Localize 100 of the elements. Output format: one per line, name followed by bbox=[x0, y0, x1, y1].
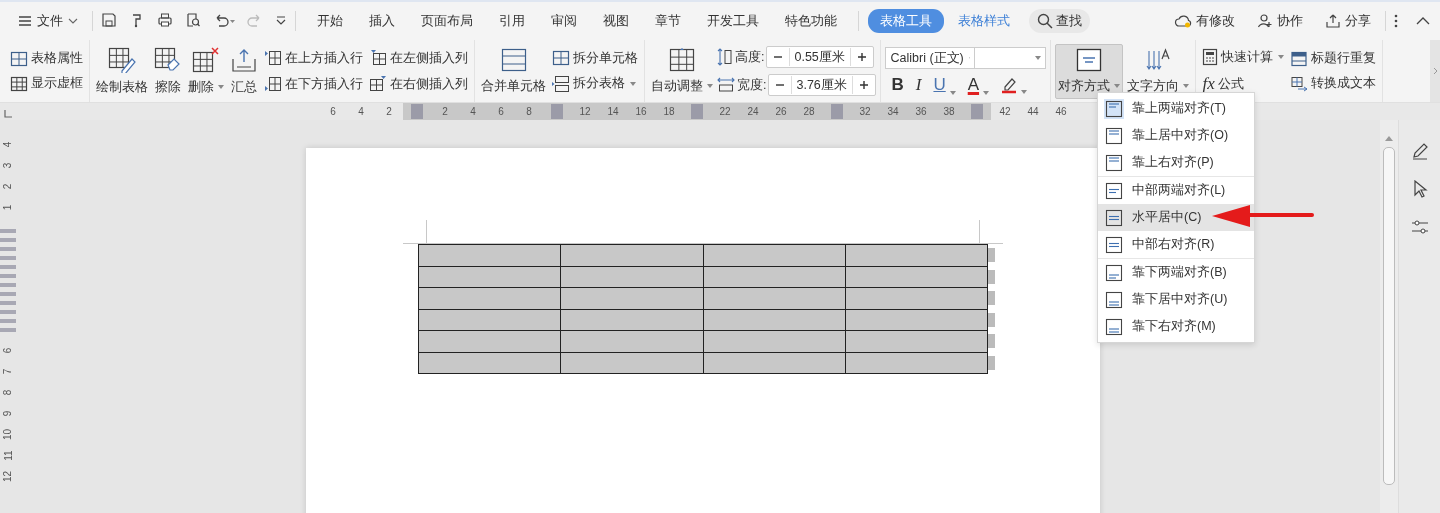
highlight-button[interactable] bbox=[999, 76, 1030, 94]
plus-icon bbox=[857, 52, 868, 62]
row-end-marker bbox=[988, 291, 995, 306]
column-marker[interactable] bbox=[411, 104, 423, 119]
ribbon-button[interactable]: 在左侧插入列 bbox=[367, 48, 470, 68]
table-cell[interactable] bbox=[560, 244, 703, 266]
format-button[interactable]: A bbox=[965, 75, 992, 95]
ribbon-tab[interactable]: 引用 bbox=[487, 9, 537, 33]
column-marker[interactable] bbox=[971, 104, 983, 119]
caret-icon bbox=[1035, 56, 1042, 60]
menu-item[interactable]: 中部右对齐(R) bbox=[1098, 231, 1254, 258]
ruler-number: 38 bbox=[943, 106, 955, 117]
spin-field[interactable]: 0.55厘米 bbox=[766, 46, 875, 68]
table-cell[interactable] bbox=[703, 244, 846, 266]
ribbon-tab[interactable]: 插入 bbox=[357, 9, 407, 33]
format-button[interactable]: B bbox=[889, 75, 906, 95]
align-icon bbox=[1104, 316, 1124, 337]
menu-item[interactable]: 靠下两端对齐(B) bbox=[1098, 259, 1254, 286]
calculator-icon bbox=[1202, 48, 1219, 66]
ribbon-button[interactable]: 合并单元格 bbox=[479, 44, 548, 98]
ribbon-tab[interactable]: 特色功能 bbox=[773, 9, 849, 33]
ruler-number: 1 bbox=[1, 204, 15, 211]
ribbon-button[interactable]: 在右侧插入列 bbox=[367, 74, 470, 94]
header-repeat-icon bbox=[1290, 50, 1309, 67]
ruler-number: 3 bbox=[1, 162, 15, 169]
tab-stop-icon bbox=[4, 110, 12, 118]
font-size-field[interactable] bbox=[975, 47, 1047, 69]
ribbon-button[interactable]: 在下方插入行 bbox=[262, 74, 365, 94]
menu-item[interactable]: 靠下居中对齐(U) bbox=[1098, 286, 1254, 313]
file-menu[interactable]: 文件 bbox=[12, 8, 84, 34]
spin-field[interactable]: 3.76厘米 bbox=[768, 74, 877, 96]
table-cell[interactable] bbox=[418, 352, 561, 374]
toolbar-action[interactable]: 协作 bbox=[1251, 11, 1309, 31]
ribbon-button[interactable]: 显示虚框 bbox=[8, 74, 85, 93]
ribbon-tab[interactable]: 视图 bbox=[591, 9, 641, 33]
table-cell[interactable] bbox=[418, 266, 561, 288]
align-button[interactable]: 对齐方式 bbox=[1055, 43, 1124, 99]
ribbon-button[interactable]: 擦除 bbox=[152, 43, 184, 99]
ribbon-button[interactable]: 拆分表格 bbox=[550, 73, 640, 94]
ribbon-button[interactable]: 表格属性 bbox=[8, 49, 85, 68]
insert-row-below-icon bbox=[264, 75, 282, 93]
column-marker[interactable] bbox=[551, 104, 563, 119]
user-add-icon bbox=[1257, 13, 1273, 29]
scrollbar-thumb[interactable] bbox=[1383, 147, 1395, 485]
ribbon-button[interactable]: 删除 bbox=[186, 43, 226, 99]
ruler-number: 6 bbox=[330, 106, 336, 117]
ribbon-button[interactable]: 文字方向 bbox=[1125, 44, 1192, 98]
ribbon-button[interactable]: 汇总 bbox=[228, 43, 260, 99]
ruler-number: 18 bbox=[663, 106, 675, 117]
ruler-number: 8 bbox=[1, 389, 15, 396]
ruler-number: 14 bbox=[607, 106, 619, 117]
toolbar-action[interactable]: 分享 bbox=[1319, 11, 1377, 31]
ruler-number: 7 bbox=[1, 368, 15, 375]
row-end-marker bbox=[988, 312, 995, 327]
ruler-number: 34 bbox=[887, 106, 899, 117]
format-button[interactable]: U bbox=[931, 75, 958, 95]
column-marker[interactable] bbox=[691, 104, 703, 119]
table-cell[interactable] bbox=[845, 244, 988, 266]
table-cell[interactable] bbox=[418, 287, 561, 309]
table-cell[interactable] bbox=[418, 309, 561, 331]
menu-item[interactable]: 靠下右对齐(M) bbox=[1098, 313, 1254, 340]
split-cells-icon bbox=[552, 50, 570, 66]
menu-item[interactable]: 靠上右对齐(P) bbox=[1098, 149, 1254, 176]
toolbar-action[interactable]: 有修改 bbox=[1168, 11, 1241, 31]
ruler-number: 4 bbox=[358, 106, 364, 117]
scroll-right-icon bbox=[1432, 67, 1438, 75]
ribbon-tab[interactable]: 开发工具 bbox=[695, 9, 771, 33]
ruler-number: 12 bbox=[579, 106, 591, 117]
column-marker[interactable] bbox=[831, 104, 843, 119]
ribbon-button[interactable]: 自动调整 bbox=[649, 44, 715, 98]
caret-icon bbox=[1021, 90, 1028, 94]
collapse-icon bbox=[1416, 17, 1430, 25]
font-field[interactable]: Calibri (正文) bbox=[885, 47, 976, 69]
search-button[interactable]: 查找 bbox=[1029, 9, 1090, 33]
ribbon-tab[interactable]: 页面布局 bbox=[409, 9, 485, 33]
table-cell[interactable] bbox=[418, 330, 561, 352]
ribbon-button[interactable]: 转换成文本 bbox=[1288, 74, 1379, 93]
menu-item[interactable]: 水平居中(C) bbox=[1098, 204, 1254, 231]
ruler-number: 28 bbox=[803, 106, 815, 117]
menu-icon bbox=[18, 15, 32, 27]
ribbon-button[interactable]: 拆分单元格 bbox=[550, 48, 640, 68]
ribbon-tab[interactable]: 审阅 bbox=[539, 9, 589, 33]
ribbon-tab[interactable]: 开始 bbox=[305, 9, 355, 33]
ruler-number: 8 bbox=[526, 106, 532, 117]
menu-item[interactable]: 中部两端对齐(L) bbox=[1098, 177, 1254, 204]
align-icon bbox=[1104, 152, 1124, 173]
ribbon-button[interactable]: 标题行重复 bbox=[1288, 49, 1379, 68]
chevron-down-icon bbox=[68, 18, 78, 24]
table-cell[interactable] bbox=[418, 244, 561, 266]
ribbon-button[interactable]: fx 公式 bbox=[1200, 73, 1287, 95]
ribbon-tab[interactable]: 表格样式 bbox=[946, 9, 1022, 33]
ribbon-tab[interactable]: 章节 bbox=[643, 9, 693, 33]
format-button[interactable]: I bbox=[913, 75, 924, 95]
ribbon-button[interactable]: 在上方插入行 bbox=[262, 48, 365, 68]
ribbon-button[interactable]: 快速计算 bbox=[1200, 47, 1287, 67]
print-icon bbox=[157, 11, 173, 28]
ruler-number: 4 bbox=[470, 106, 476, 117]
search-icon bbox=[1037, 13, 1053, 29]
ribbon-button[interactable]: 绘制表格 bbox=[94, 43, 150, 99]
menu-item[interactable]: 靠上居中对齐(O) bbox=[1098, 122, 1254, 149]
